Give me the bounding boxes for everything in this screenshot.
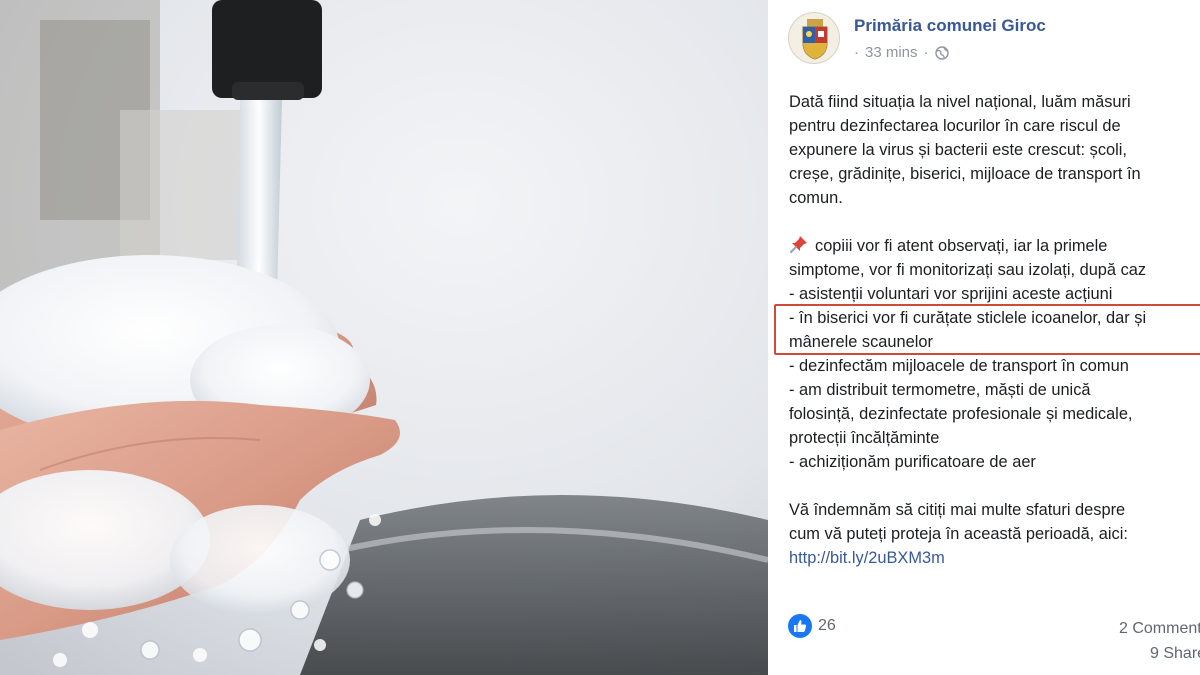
post-photo[interactable] — [0, 0, 768, 675]
meta-dot: · — [923, 44, 929, 61]
text-line: - asistenții voluntari vor sprijini aces… — [789, 285, 1113, 303]
post-header: Primăria comunei Giroc · 33 mins · · — [788, 12, 1200, 68]
text-line: protecții încălțăminte — [789, 429, 940, 447]
text-line: - dezinfectăm mijloacele de transport în… — [789, 357, 1129, 375]
text-line: Dată fiind situația la nivel național, l… — [789, 93, 1131, 111]
text-line: comun. — [789, 189, 843, 207]
intro-paragraph: Dată fiind situația la nivel național, l… — [789, 90, 1200, 210]
highlighted-line: - în biserici vor fi curățate sticlele i… — [789, 309, 1147, 327]
text-line: Vă îndemnăm să citiți mai multe sfaturi … — [789, 501, 1126, 519]
text-line: pentru dezinfectarea locurilor în care r… — [789, 117, 1121, 135]
closing-paragraph: Vă îndemnăm să citiți mai multe sfaturi … — [789, 498, 1200, 570]
page-name[interactable]: Primăria comunei Giroc — [854, 16, 1046, 36]
shares-count[interactable]: 9 Shares — [1150, 645, 1200, 663]
globe-icon[interactable] — [934, 45, 949, 60]
post-timestamp[interactable]: 33 mins — [865, 44, 918, 61]
post-link[interactable]: http://bit.ly/2uBXM3m — [789, 546, 1200, 570]
reaction-count: 26 — [818, 617, 836, 634]
comments-count[interactable]: 2 Comments — [1119, 620, 1200, 638]
giroc-coat-of-arms-icon[interactable] — [788, 12, 840, 64]
facebook-post: Primăria comunei Giroc · 33 mins · · Dat… — [768, 0, 1200, 675]
text-line: - achiziționăm purificatoare de aer — [789, 453, 1036, 471]
text-line: creșe, grădinițe, biserici, mijloace de … — [789, 165, 1141, 183]
text-line: - am distribuit termometre, măști de uni… — [789, 381, 1091, 399]
pushpin-icon — [790, 236, 807, 253]
highlighted-line: mânerele scaunelor — [789, 333, 933, 351]
text-line: expunere la virus și bacterii este cresc… — [789, 141, 1127, 159]
meta-dot: · — [854, 44, 859, 61]
text-line: simptome, vor fi monitorizați sau izolaț… — [789, 261, 1147, 279]
like-icon[interactable] — [788, 614, 812, 638]
measure-first-line: copiii vor fi atent observați, iar la pr… — [815, 237, 1108, 255]
post-meta: · 33 mins · — [854, 44, 949, 61]
post-text: Dată fiind situația la nivel național, l… — [789, 90, 1200, 594]
handwashing-photo — [0, 0, 768, 675]
text-line: folosință, dezinfectate profesionale și … — [789, 405, 1133, 423]
measures-list: copiii vor fi atent observați, iar la pr… — [789, 234, 1200, 474]
text-line: copiii vor fi atent observați, iar la pr… — [789, 234, 1200, 258]
reactions-summary[interactable]: 26 — [788, 614, 836, 638]
text-line: cum vă puteți proteja în această perioad… — [789, 525, 1128, 543]
